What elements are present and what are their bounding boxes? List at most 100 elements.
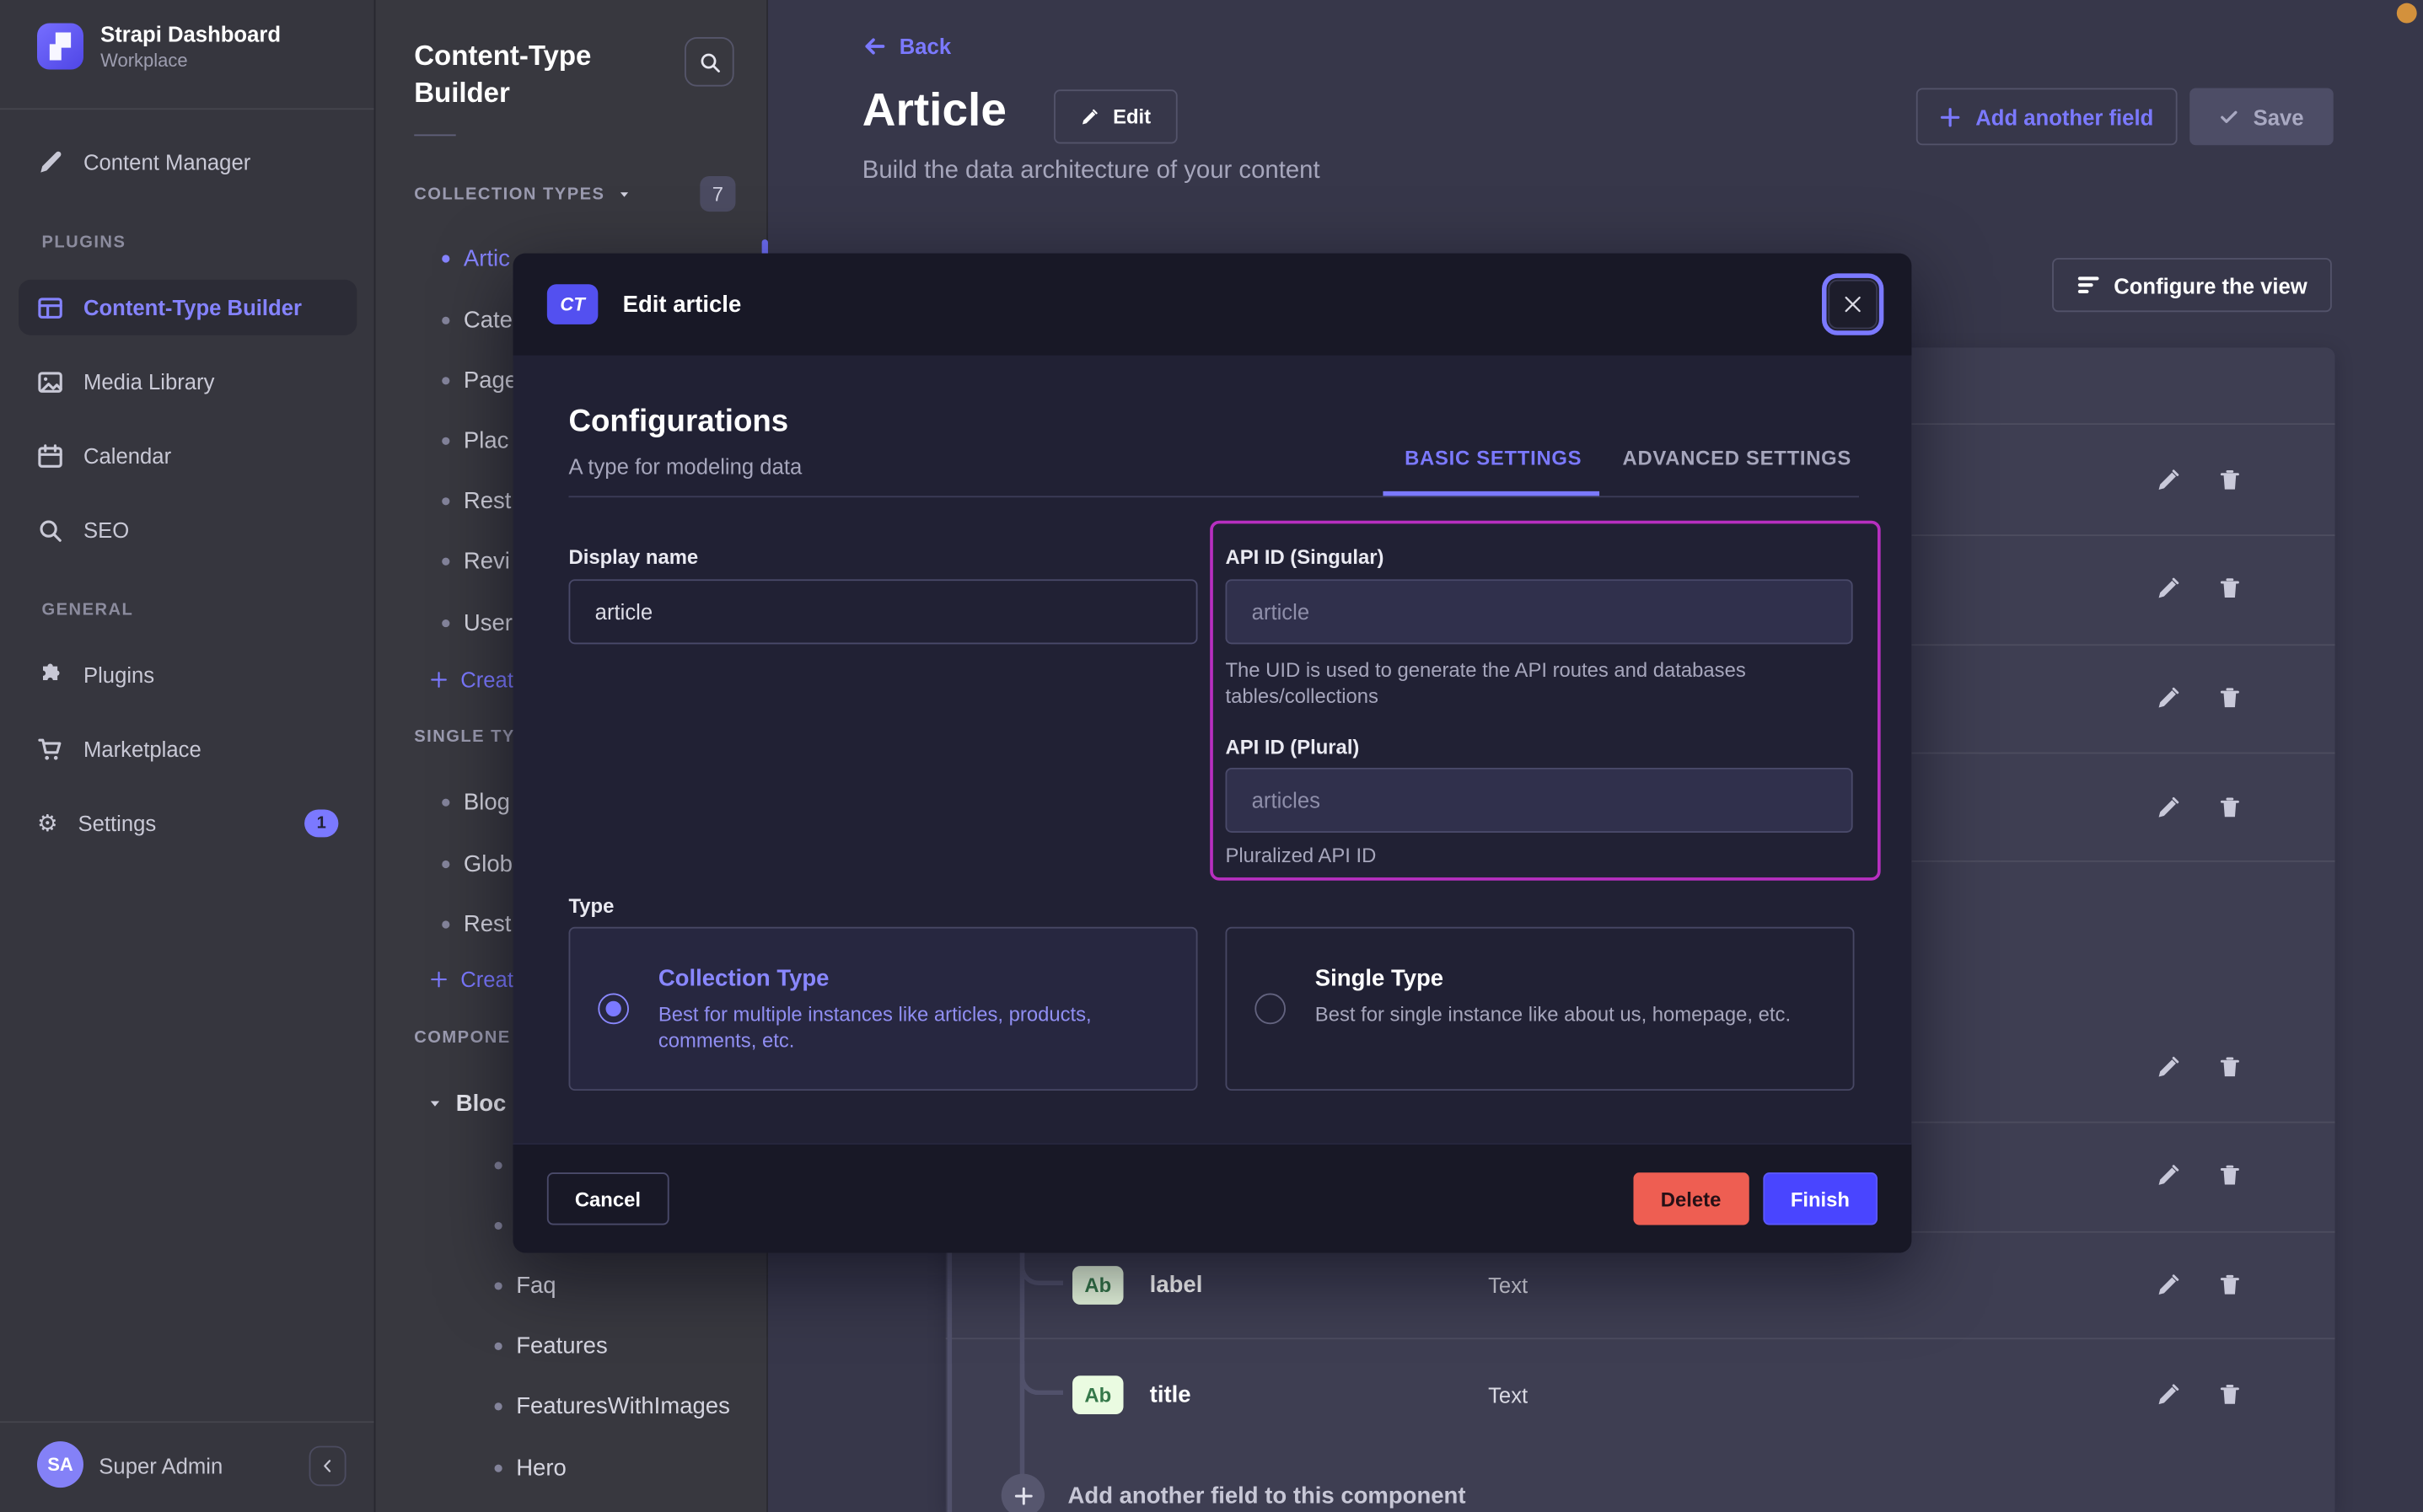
- collection-type-option[interactable]: Collection Type Best for multiple instan…: [569, 927, 1198, 1091]
- delete-field-button[interactable]: [2217, 1382, 2242, 1407]
- caret-down-icon: [427, 1096, 443, 1110]
- sidebar-item-content-type-builder[interactable]: Content-Type Builder: [19, 280, 357, 335]
- tab-basic-settings[interactable]: BASIC SETTINGS: [1405, 447, 1582, 469]
- search-icon: [698, 51, 721, 73]
- item-label: Glob: [464, 851, 513, 877]
- radio-unselected-icon[interactable]: [1254, 994, 1286, 1025]
- collapse-sidebar-button[interactable]: [309, 1446, 347, 1487]
- edit-field-button[interactable]: [2156, 1273, 2180, 1297]
- divider: [414, 134, 455, 136]
- field-type: Text: [1488, 1273, 1528, 1297]
- collection-item[interactable]: Cate: [442, 308, 513, 334]
- divider: [946, 1338, 2335, 1339]
- user-name: Super Admin: [99, 1454, 223, 1478]
- table-row-actions: [2156, 468, 2264, 492]
- sidebar-item-settings[interactable]: ⚙ Settings 1: [19, 796, 357, 851]
- component-item[interactable]: FeaturesWithImages: [495, 1393, 730, 1419]
- single-type-option[interactable]: Single Type Best for single instance lik…: [1225, 927, 1854, 1091]
- bullet-icon: [442, 377, 449, 384]
- item-label: User: [464, 610, 513, 636]
- table-row-actions: [2156, 1163, 2264, 1188]
- table-row-actions: [2156, 686, 2264, 710]
- component-group-blocks[interactable]: Bloc: [427, 1091, 506, 1117]
- edit-button[interactable]: Edit: [1054, 89, 1178, 143]
- tab-advanced-settings[interactable]: ADVANCED SETTINGS: [1623, 447, 1851, 469]
- api-id-singular-label: API ID (Singular): [1225, 545, 1383, 568]
- edit-field-button[interactable]: [2156, 796, 2180, 820]
- bullet-icon: [442, 619, 449, 627]
- edit-field-button[interactable]: [2156, 1163, 2180, 1188]
- radio-selected-icon[interactable]: [598, 994, 629, 1025]
- collection-item[interactable]: Revi: [442, 549, 510, 575]
- tree-elbow-icon: [1020, 1252, 1063, 1285]
- add-component-field-button[interactable]: Add another field to this component: [1002, 1474, 1466, 1512]
- avatar[interactable]: SA: [37, 1441, 83, 1488]
- bullet-icon: [495, 1343, 502, 1350]
- single-item[interactable]: Glob: [442, 851, 513, 877]
- sidebar-item-seo[interactable]: SEO: [19, 502, 357, 558]
- sidebar-item-marketplace[interactable]: Marketplace: [19, 721, 357, 777]
- sidebar-item-content-manager[interactable]: Content Manager: [19, 134, 357, 190]
- delete-field-button[interactable]: [2217, 796, 2242, 820]
- plus-icon: [430, 970, 449, 989]
- edit-field-button[interactable]: [2156, 1382, 2180, 1407]
- collection-item[interactable]: Plac: [442, 428, 508, 454]
- create-single-type-link[interactable]: Creat: [430, 967, 513, 991]
- sidebar-item-media-library[interactable]: Media Library: [19, 354, 357, 410]
- calendar-icon: [37, 442, 63, 469]
- edit-field-button[interactable]: [2156, 686, 2180, 710]
- item-label: Page: [464, 367, 518, 394]
- table-row-actions: [2156, 1382, 2264, 1407]
- bullet-icon: [442, 920, 449, 928]
- collection-item-article[interactable]: Artic: [442, 245, 510, 271]
- delete-field-button[interactable]: [2217, 1163, 2242, 1188]
- component-item[interactable]: Hero: [495, 1456, 567, 1482]
- component-item[interactable]: Features: [495, 1333, 608, 1359]
- collection-item[interactable]: Rest: [442, 488, 511, 514]
- section-label-general: GENERAL: [41, 601, 133, 619]
- delete-field-button[interactable]: [2217, 468, 2242, 492]
- single-types-header[interactable]: SINGLE TY: [414, 727, 515, 746]
- api-id-singular-help: The UID is used to generate the API rout…: [1225, 657, 1813, 709]
- edit-field-button[interactable]: [2156, 1055, 2180, 1080]
- workspace-brand[interactable]: Strapi Dashboard Workplace: [37, 22, 281, 72]
- collection-item[interactable]: User: [442, 610, 513, 636]
- sidebar-item-label: Plugins: [83, 662, 154, 687]
- finish-button[interactable]: Finish: [1763, 1172, 1878, 1225]
- single-item[interactable]: Rest: [442, 911, 511, 937]
- components-header[interactable]: COMPONE: [414, 1029, 510, 1048]
- cancel-button[interactable]: Cancel: [547, 1172, 669, 1225]
- delete-button[interactable]: Delete: [1633, 1172, 1749, 1225]
- delete-field-button[interactable]: [2217, 1273, 2242, 1297]
- collection-type-desc: Best for multiple instances like article…: [658, 1001, 1137, 1054]
- configure-view-button[interactable]: Configure the view: [2052, 258, 2332, 312]
- api-id-plural-input[interactable]: [1225, 768, 1852, 833]
- save-button[interactable]: Save: [2189, 88, 2333, 145]
- sidebar-item-label: Media Library: [83, 369, 214, 394]
- modal-title: Edit article: [623, 292, 742, 318]
- close-modal-button[interactable]: [1822, 273, 1883, 335]
- api-id-singular-input[interactable]: [1225, 579, 1852, 644]
- component-item[interactable]: Faq: [495, 1273, 556, 1299]
- modal-subheading: A type for modeling data: [569, 454, 803, 479]
- delete-field-button[interactable]: [2217, 1055, 2242, 1080]
- delete-field-button[interactable]: [2217, 686, 2242, 710]
- display-name-input[interactable]: [569, 579, 1198, 644]
- gear-icon: ⚙: [37, 812, 58, 834]
- search-button[interactable]: [685, 37, 734, 87]
- add-another-field-button[interactable]: Add another field: [1916, 88, 2178, 145]
- sidebar-item-calendar[interactable]: Calendar: [19, 428, 357, 484]
- back-link[interactable]: Back: [862, 34, 951, 58]
- create-collection-type-link[interactable]: Creat: [430, 668, 513, 692]
- edit-field-button[interactable]: [2156, 468, 2180, 492]
- plus-icon: [430, 670, 449, 689]
- sidebar-item-plugins[interactable]: Plugins: [19, 647, 357, 703]
- edit-field-button[interactable]: [2156, 576, 2180, 601]
- delete-field-button[interactable]: [2217, 576, 2242, 601]
- single-item[interactable]: Blog: [442, 790, 510, 816]
- collection-item[interactable]: Page: [442, 367, 518, 394]
- collection-types-header[interactable]: COLLECTION TYPES: [414, 185, 632, 204]
- tabs-divider: [569, 496, 1859, 497]
- divider: [0, 108, 374, 110]
- item-label: Cate: [464, 308, 513, 334]
